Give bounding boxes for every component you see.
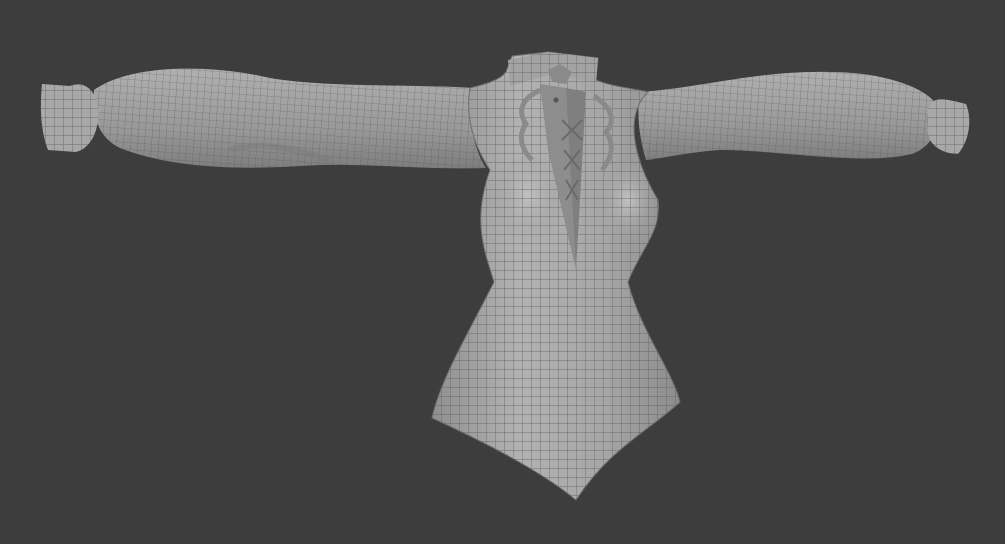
viewport-canvas xyxy=(40,51,970,501)
right-sleeve xyxy=(638,71,938,160)
3d-viewport[interactable] xyxy=(0,0,1005,544)
right-cuff xyxy=(927,99,970,154)
left-cuff xyxy=(40,84,99,152)
left-sleeve xyxy=(93,68,487,169)
